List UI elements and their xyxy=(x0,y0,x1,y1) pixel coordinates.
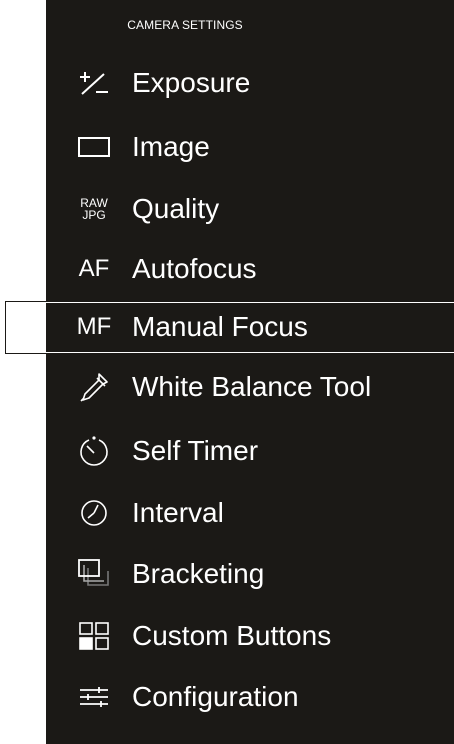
menu-item-label: Quality xyxy=(132,193,220,224)
menu-item-bracketing[interactable]: Bracketing xyxy=(0,543,454,605)
menu-item-label: Self Timer xyxy=(132,435,259,466)
exposure-compensation-icon xyxy=(68,61,120,105)
menu-item-self-timer[interactable]: Self Timer xyxy=(0,420,454,482)
menu-item-interval[interactable]: Interval xyxy=(0,482,454,544)
menu-item-custom-buttons[interactable]: Custom Buttons xyxy=(0,605,454,667)
menu-item-image[interactable]: Image xyxy=(0,116,454,178)
menu-item-label: Image xyxy=(132,131,210,162)
autofocus-icon: AF xyxy=(68,247,120,291)
menu-item-quality[interactable]: RAW JPG Quality xyxy=(0,178,454,240)
af-icon-text: AF xyxy=(78,255,110,282)
self-timer-icon xyxy=(68,429,120,473)
menu-item-label: Interval xyxy=(132,497,224,528)
bracketing-icon xyxy=(68,552,120,596)
raw-jpg-icon: RAW JPG xyxy=(68,187,120,231)
jpg-icon-text: JPG xyxy=(82,208,106,222)
custom-buttons-grid-icon xyxy=(68,614,120,658)
menu-item-manual-focus[interactable]: MF Manual Focus xyxy=(0,296,454,358)
menu-item-label: Exposure xyxy=(132,67,251,98)
eyedropper-icon xyxy=(68,365,120,409)
menu-item-label: Autofocus xyxy=(132,253,257,284)
image-frame-icon xyxy=(68,125,120,169)
menu-item-autofocus[interactable]: AF Autofocus xyxy=(0,238,454,300)
configuration-sliders-icon xyxy=(68,675,120,719)
panel-title: CAMERA SETTINGS xyxy=(127,18,243,32)
menu-item-label: Manual Focus xyxy=(132,311,308,342)
manual-focus-icon: MF xyxy=(68,305,120,349)
menu-item-label: Bracketing xyxy=(132,558,265,589)
menu-item-exposure[interactable]: Exposure xyxy=(0,52,454,114)
menu-item-white-balance-tool[interactable]: White Balance Tool xyxy=(0,356,454,418)
menu-item-configuration[interactable]: Configuration xyxy=(0,666,454,728)
interval-clock-icon xyxy=(68,491,120,535)
mf-icon-text: MF xyxy=(76,313,112,340)
menu-item-label: White Balance Tool xyxy=(132,371,372,402)
menu-item-label: Custom Buttons xyxy=(132,620,332,651)
menu-item-label: Configuration xyxy=(132,681,299,712)
